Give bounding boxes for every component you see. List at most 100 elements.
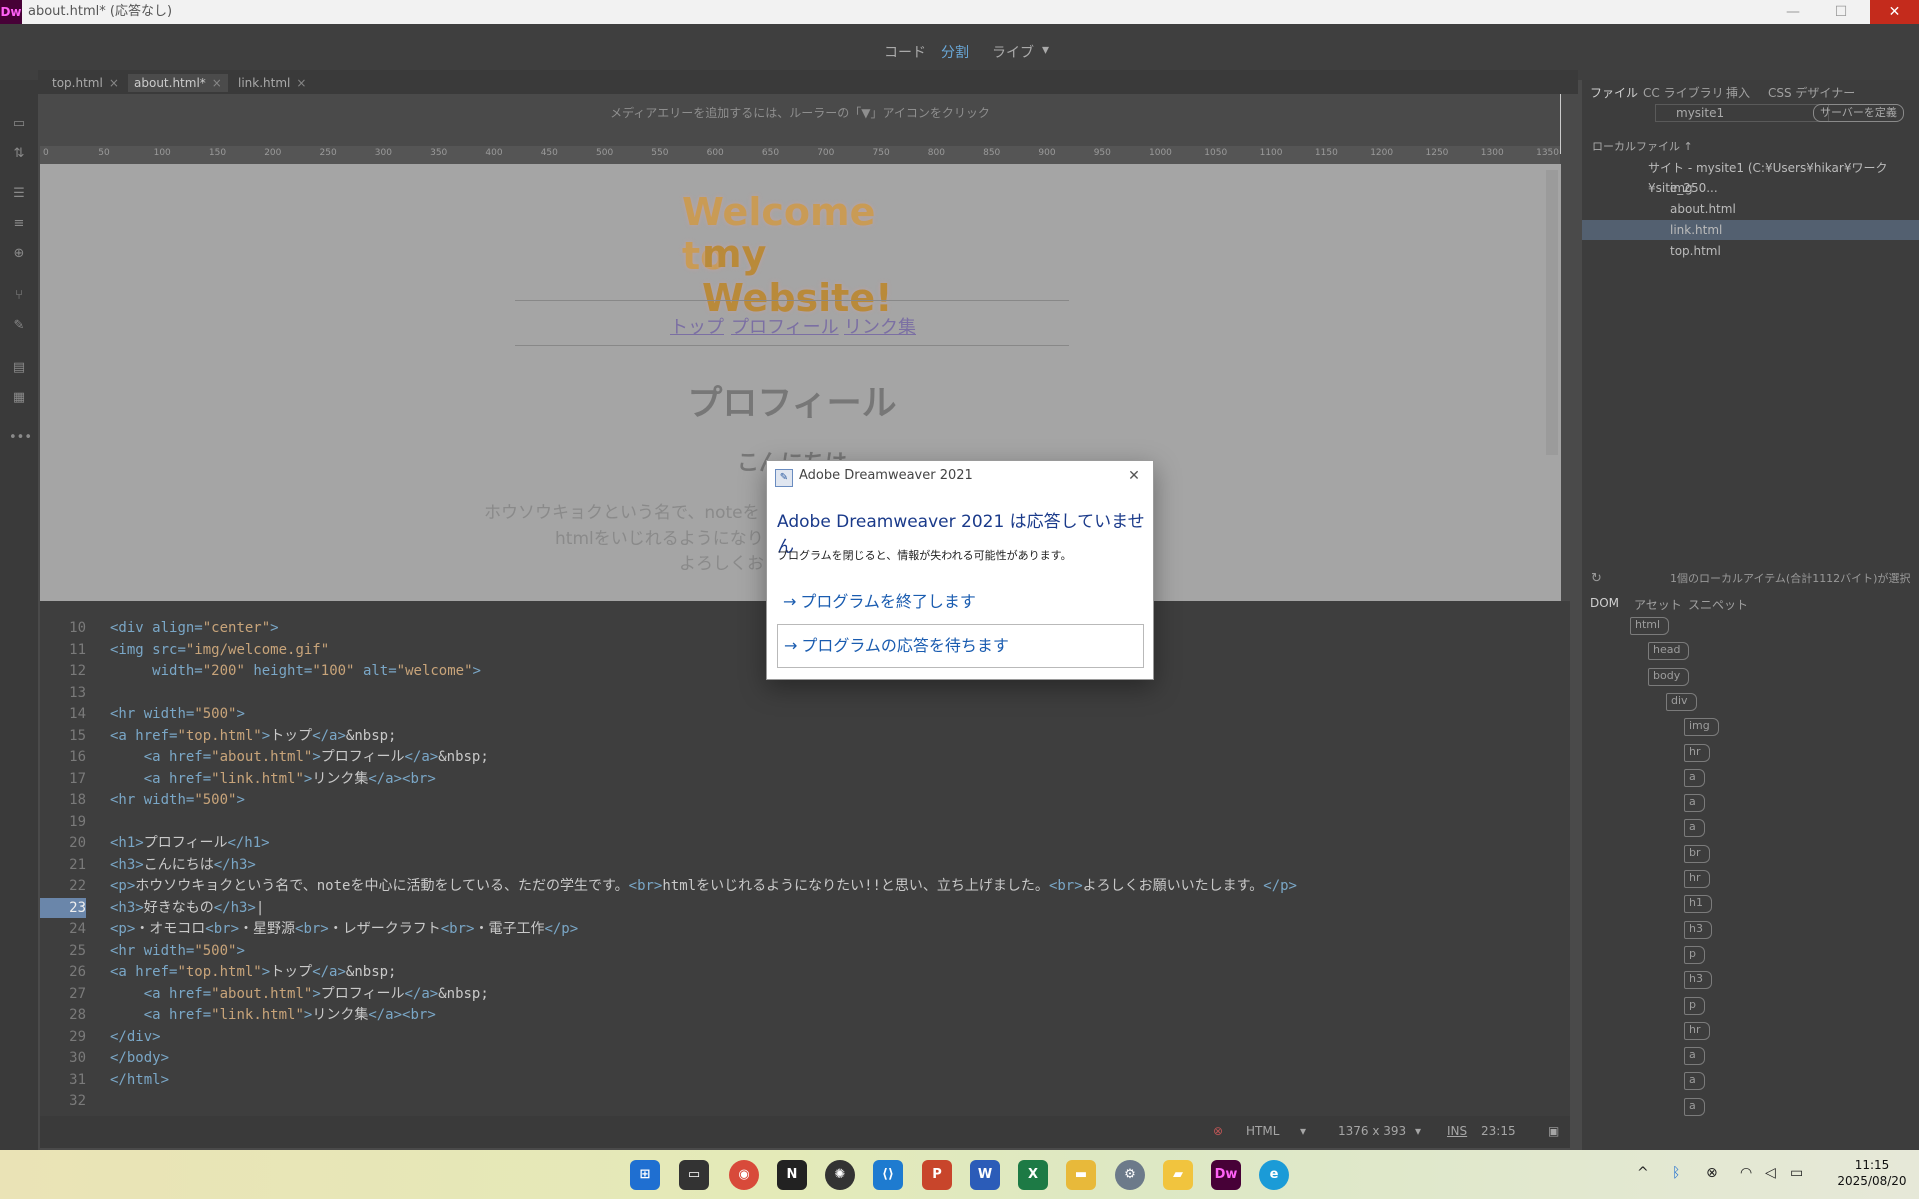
excel-icon[interactable]: X [1018,1160,1048,1190]
code-line[interactable]: </body> [110,1048,169,1068]
language-select[interactable]: HTML [1246,1124,1279,1138]
chevron-down-icon[interactable]: ▾ [1300,1124,1306,1138]
file-item-img[interactable]: img [1582,178,1919,198]
live-nav-profile-link[interactable]: プロフィール [731,313,839,339]
code-line[interactable]: </html> [110,1070,169,1090]
code-line[interactable]: <div align="center"> [110,618,279,638]
ruler-marker[interactable] [1560,94,1561,154]
tab-css-designer[interactable]: CSS デザイナー [1768,84,1855,101]
code-line[interactable]: <hr width="500"> [110,704,245,724]
code-line[interactable]: <h1>プロフィール</h1> [110,833,270,853]
properties-icon[interactable]: ☰ [9,186,29,202]
tab-dom[interactable]: DOM [1590,596,1619,610]
split-view-button[interactable]: 分割 [941,42,969,62]
code-line[interactable]: <hr width="500"> [110,790,245,810]
define-server-button[interactable]: サーバーを定義 [1813,104,1904,122]
code-line[interactable]: <h3>好きなもの</h3>| [110,898,264,918]
dom-node-a[interactable]: a [1684,1047,1705,1066]
close-window-button[interactable]: ✕ [1870,0,1919,24]
code-line[interactable]: <a href="link.html">リンク集</a><br> [110,769,436,789]
local-files-label[interactable]: ローカルファイル ↑ [1592,138,1693,154]
target-icon[interactable]: ⊕ [9,246,29,262]
tab-about-html[interactable]: about.html* × [128,74,228,92]
bluetooth-icon[interactable]: ᛒ [1672,1165,1680,1181]
dom-node-html[interactable]: html [1630,617,1670,635]
code-line[interactable]: <a href="about.html">プロフィール</a>&nbsp; [110,984,489,1004]
code-line[interactable]: <p>・オモコロ<br>・星野源<br>・レザークラフト<br>・電子工作</p… [110,919,578,939]
code-line[interactable]: <a href="about.html">プロフィール</a>&nbsp; [110,747,489,767]
chrome-icon[interactable]: ◉ [729,1160,759,1190]
battery-icon[interactable]: ▭ [1790,1165,1803,1181]
tab-insert[interactable]: 挿入 [1726,84,1750,101]
dom-node-head[interactable]: head [1648,642,1690,661]
chevron-up-icon[interactable]: ^ [1637,1165,1649,1181]
dom-node-a[interactable]: a [1684,794,1705,813]
more-icon[interactable]: ••• [9,430,32,446]
tab-link-html[interactable]: link.html × [232,74,312,92]
close-icon[interactable]: ✕ [1123,465,1145,487]
dom-node-p[interactable]: p [1684,945,1705,964]
dom-node-h3[interactable]: h3 [1684,920,1712,939]
refresh-icon[interactable]: ↻ [1591,571,1602,586]
dom-node-h3[interactable]: h3 [1684,971,1712,990]
close-icon[interactable]: × [296,76,306,90]
chevron-down-icon[interactable]: ▾ [1042,42,1049,58]
code-line[interactable]: <a href="link.html">リンク集</a><br> [110,1005,436,1025]
live-nav-top-link[interactable]: トップ [670,313,724,339]
insert-mode-indicator[interactable]: INS [1447,1124,1467,1138]
comment-icon[interactable]: ▤ [9,360,29,376]
tab-files[interactable]: ファイル [1590,84,1638,101]
dreamweaver-icon[interactable]: Dw [1211,1160,1241,1190]
vscode-icon[interactable]: ⟨⟩ [873,1160,903,1190]
dom-node-hr[interactable]: hr [1684,743,1710,762]
error-icon[interactable]: ⊗ [1213,1124,1223,1138]
dom-node-hr[interactable]: hr [1684,870,1710,888]
tab-assets[interactable]: アセット [1634,596,1682,613]
file-explorer-icon[interactable]: ▬ [1066,1160,1096,1190]
volume-icon[interactable]: ◁ [1765,1165,1776,1181]
site-select[interactable]: mysite1 [1655,104,1829,122]
word-icon[interactable]: W [970,1160,1000,1190]
preview-icon[interactable]: ▣ [1548,1124,1559,1138]
windows-start-icon[interactable]: ⊞ [630,1160,660,1190]
dom-node-a[interactable]: a [1684,1072,1705,1091]
dom-node-h1[interactable]: h1 [1684,895,1712,914]
format-icon[interactable]: ≡ [9,216,29,232]
file-item-top[interactable]: top.html [1582,241,1919,261]
code-line[interactable]: <img src="img/welcome.gif" [110,640,329,660]
dom-node-body[interactable]: body [1648,667,1690,686]
git-icon[interactable]: ⑂ [9,288,29,304]
code-line[interactable]: <a href="top.html">トップ</a>&nbsp; [110,962,396,982]
chevron-down-icon[interactable]: ▾ [1415,1124,1421,1138]
notion-icon[interactable]: N [777,1160,807,1190]
dom-node-div[interactable]: div [1666,692,1697,711]
minimize-button[interactable]: — [1770,0,1816,24]
sticky-notes-icon[interactable]: ▰ [1163,1160,1193,1190]
powerpoint-icon[interactable]: P [922,1160,952,1190]
code-view-button[interactable]: コード [884,42,926,62]
dom-node-a[interactable]: a [1684,819,1705,838]
dom-node-img[interactable]: img [1684,718,1719,737]
file-item-about[interactable]: about.html [1582,199,1919,219]
window-titlebar[interactable]: Dw about.html* (応答なし) — ☐ ✕ [0,0,1919,24]
tab-snippets[interactable]: スニペット [1688,596,1748,613]
snippet-icon[interactable]: ▦ [9,390,29,406]
file-icon[interactable]: ▭ [9,116,29,132]
code-line[interactable]: width="200" height="100" alt="welcome"> [110,661,481,681]
app-tray-icon[interactable]: ⊗ [1706,1165,1718,1181]
system-clock[interactable]: 11:15 2025/08/20 [1832,1157,1912,1189]
sort-icon[interactable]: ⇅ [9,146,29,162]
chatgpt-icon[interactable]: ✺ [825,1160,855,1190]
wait-program-button[interactable]: → プログラムの応答を待ちます [777,624,1144,668]
code-line[interactable]: <p>ホウソウキョクという名で、noteを中心に活動をしている、ただの学生です。… [110,876,1297,896]
site-root-folder[interactable]: サイト - mysite1 (C:¥Users¥hikar¥ワーク¥site_2… [1582,158,1919,195]
dom-node-p[interactable]: p [1684,996,1705,1015]
live-nav-links-link[interactable]: リンク集 [844,313,916,339]
dom-node-a[interactable]: a [1684,768,1705,787]
dom-node-a[interactable]: a [1684,1097,1705,1116]
dom-node-br[interactable]: br [1684,844,1710,863]
code-line[interactable]: <a href="top.html">トップ</a>&nbsp; [110,726,396,746]
code-line[interactable]: <hr width="500"> [110,941,245,961]
close-icon[interactable]: × [109,76,119,90]
live-view-scrollbar[interactable] [1546,170,1558,455]
